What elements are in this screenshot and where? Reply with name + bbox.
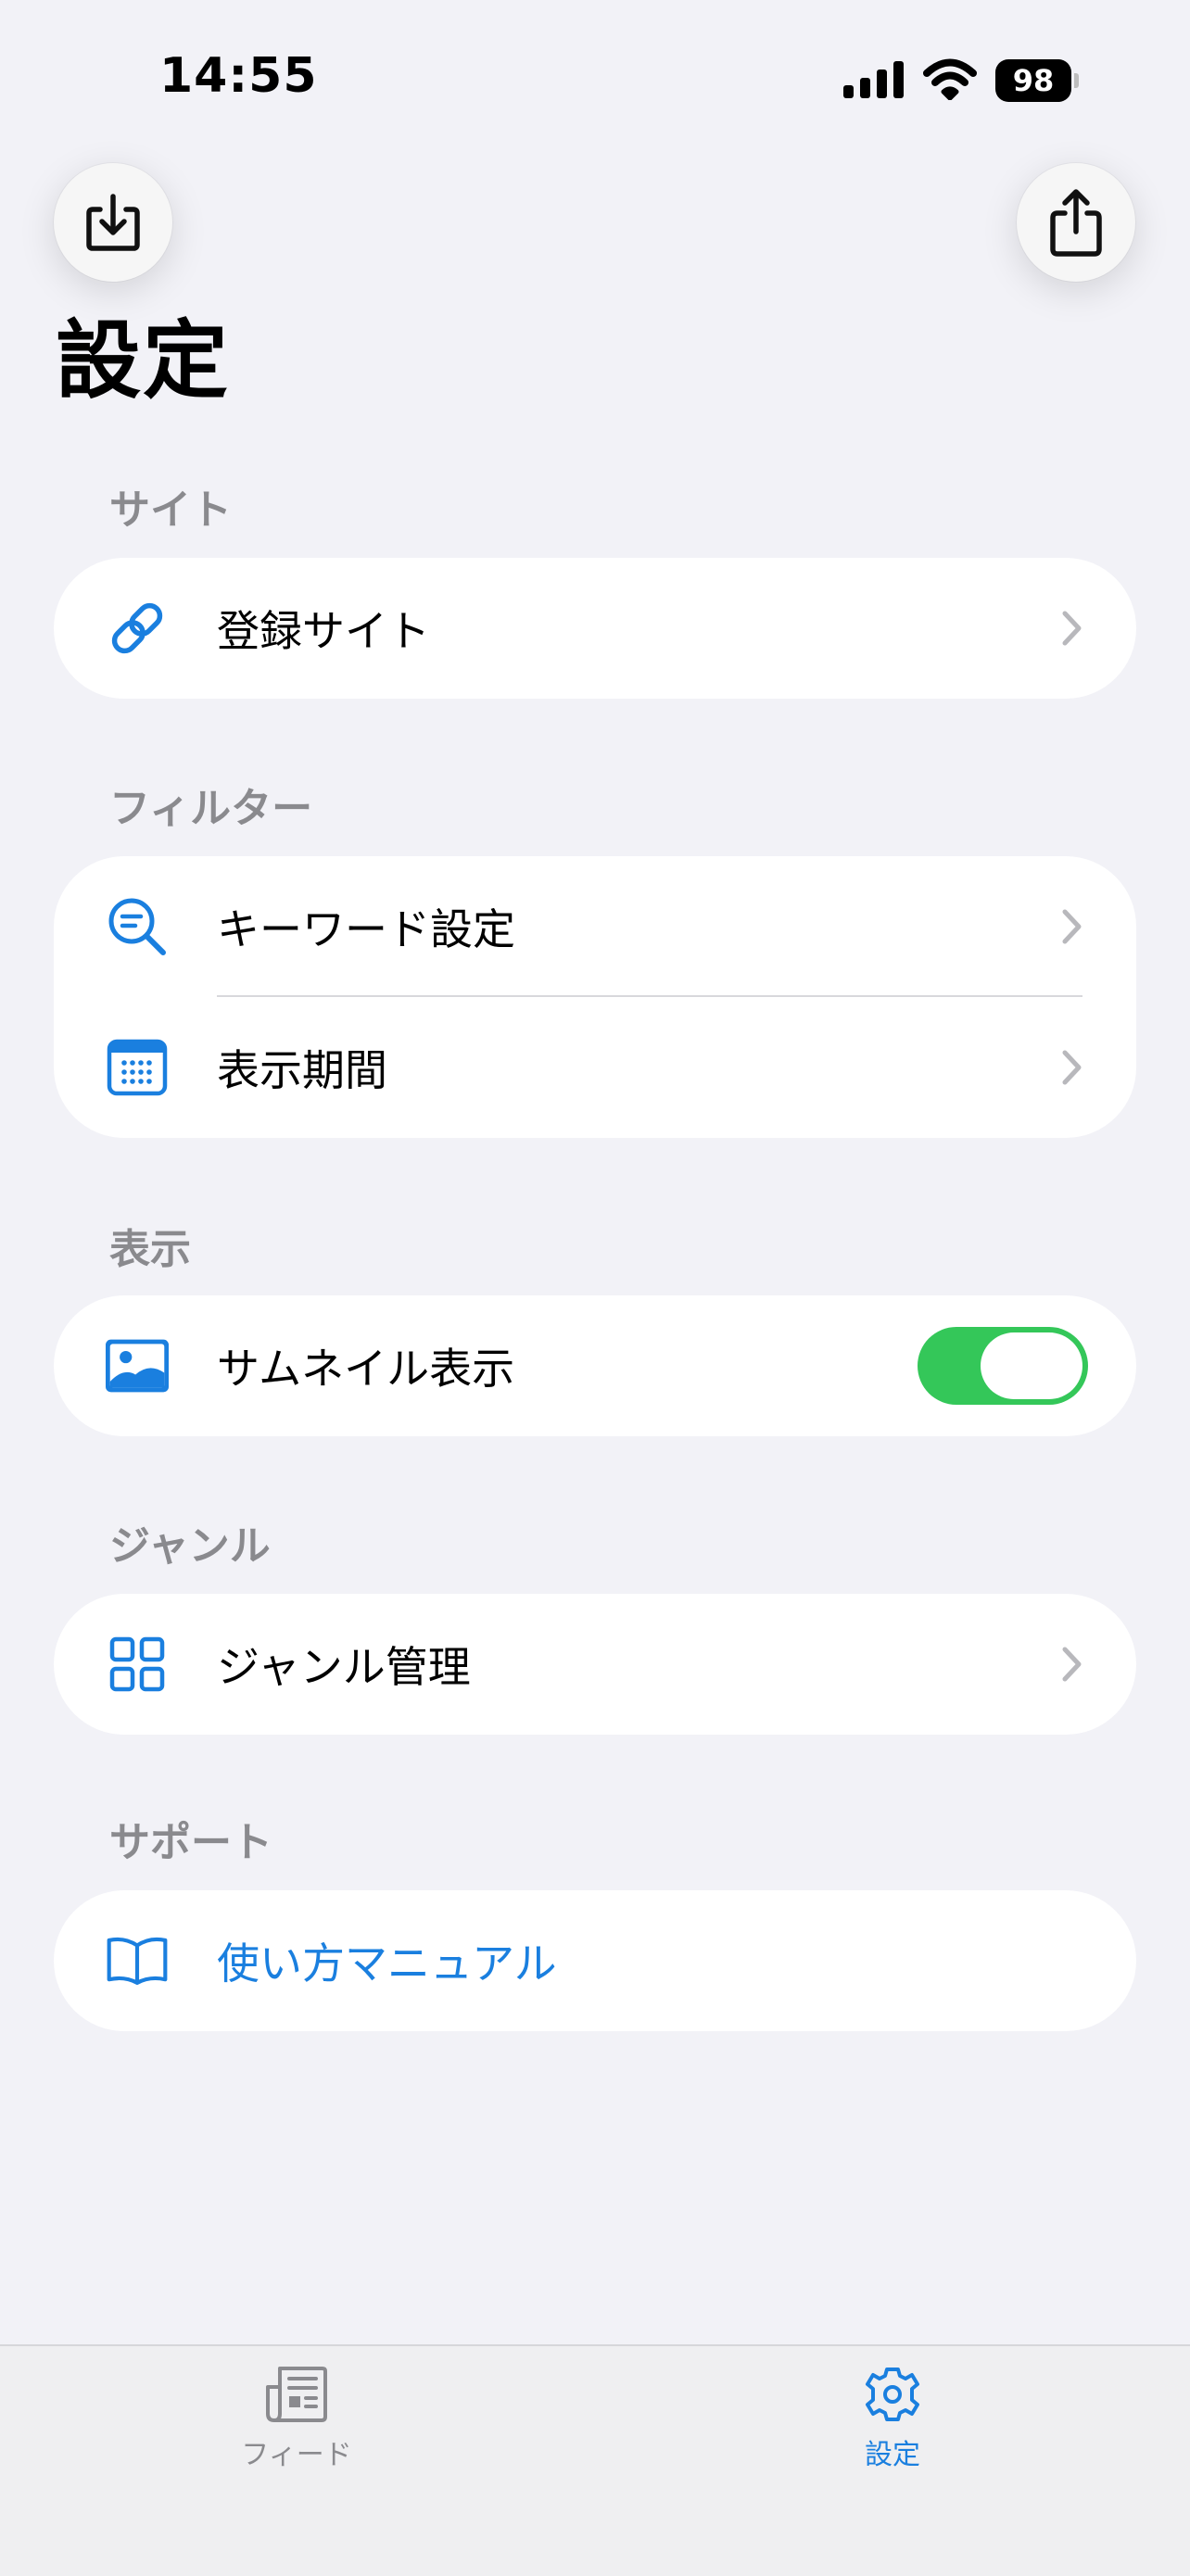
display-card: サムネイル表示 [54, 1295, 1136, 1436]
thumbnail-toggle[interactable] [918, 1327, 1088, 1405]
site-card: 登録サイト [54, 558, 1136, 699]
import-button[interactable] [54, 163, 172, 282]
genre-card: ジャンル管理 [54, 1594, 1136, 1735]
battery-indicator: 98 [995, 59, 1081, 102]
battery-tip [1074, 73, 1079, 88]
chevron-right-icon [1062, 1050, 1082, 1085]
share-icon [1050, 189, 1102, 257]
registered-sites-row[interactable]: 登録サイト [54, 558, 1136, 699]
section-header-site: サイト [109, 486, 232, 534]
tab-bar: フィード 設定 [0, 2344, 1190, 2576]
link-icon [106, 597, 169, 660]
section-header-display: 表示 [109, 1226, 191, 1273]
keyword-settings-label: キーワード設定 [217, 904, 515, 954]
toggle-knob [981, 1332, 1082, 1399]
display-period-row[interactable]: 表示期間 [54, 997, 1136, 1138]
manual-link[interactable]: 使い方マニュアル [217, 1930, 557, 1991]
thumbnail-display-row: サムネイル表示 [54, 1295, 1136, 1436]
status-time: 14:55 [159, 48, 318, 104]
section-header-support: サポート [109, 1819, 272, 1866]
cellular-signal-icon [843, 61, 904, 98]
tab-feed-label: フィード [241, 2439, 352, 2471]
chevron-right-icon [1062, 1647, 1082, 1682]
share-button[interactable] [1017, 163, 1135, 282]
photo-icon [106, 1334, 169, 1397]
filter-card: キーワード設定 表示期間 [54, 856, 1136, 1138]
section-header-genre: ジャンル [109, 1522, 271, 1570]
tab-feed[interactable]: フィード [185, 2365, 408, 2485]
calendar-icon [106, 1036, 169, 1099]
wifi-icon [923, 58, 977, 100]
chevron-right-icon [1062, 611, 1082, 646]
genre-management-label: ジャンル管理 [217, 1642, 471, 1692]
book-icon [106, 1929, 169, 1992]
keyword-settings-row[interactable]: キーワード設定 [54, 856, 1136, 997]
newspaper-icon [266, 2367, 327, 2422]
section-header-filter: フィルター [109, 785, 313, 832]
tab-settings-label: 設定 [865, 2439, 920, 2471]
thumbnail-display-label: サムネイル表示 [217, 1344, 515, 1394]
battery-level: 98 [995, 59, 1071, 102]
tray-arrow-down-icon [86, 194, 140, 251]
text-magnifier-icon [106, 895, 169, 958]
gear-icon [866, 2368, 919, 2421]
genre-management-row[interactable]: ジャンル管理 [54, 1594, 1136, 1735]
registered-sites-label: 登録サイト [217, 606, 430, 656]
page-title: 設定 [56, 311, 231, 410]
manual-row[interactable]: 使い方マニュアル [54, 1890, 1136, 2031]
grid-icon [106, 1633, 169, 1696]
support-card: 使い方マニュアル [54, 1890, 1136, 2031]
tab-settings[interactable]: 設定 [781, 2365, 1004, 2485]
chevron-right-icon [1062, 909, 1082, 944]
display-period-label: 表示期間 [217, 1045, 387, 1095]
